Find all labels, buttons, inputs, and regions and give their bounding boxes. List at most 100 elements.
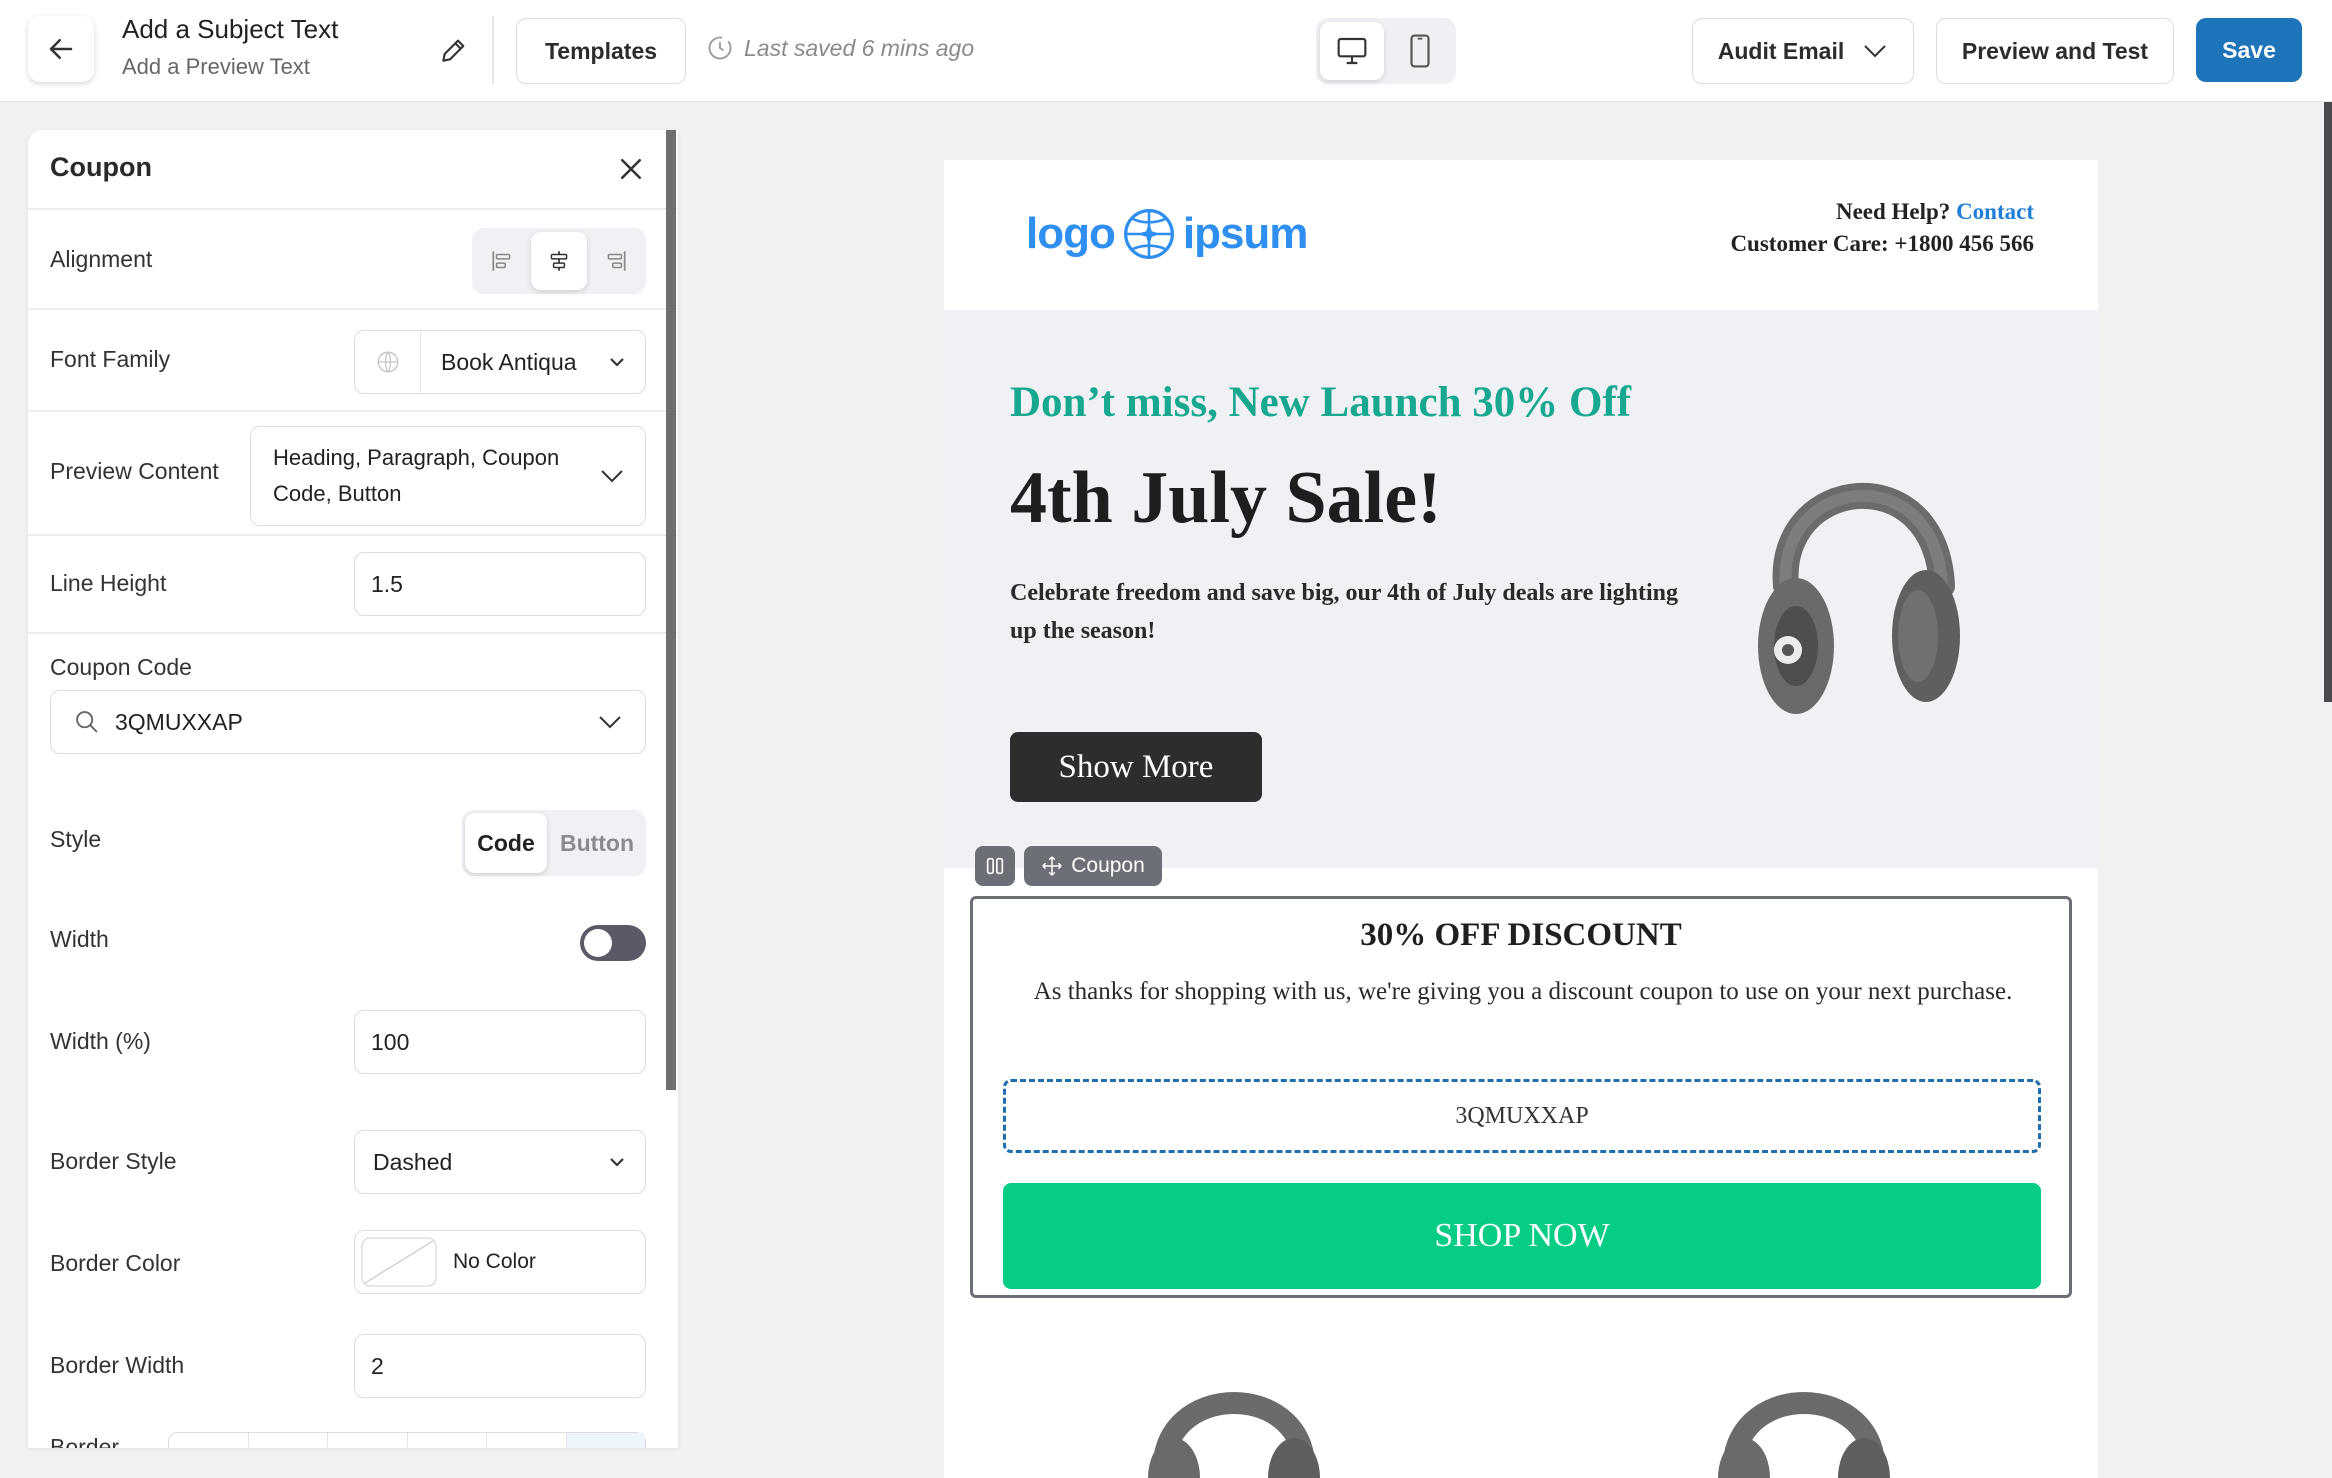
back-button[interactable] <box>28 16 94 82</box>
templates-button[interactable]: Templates <box>516 18 686 84</box>
preview-content-label: Preview Content <box>50 458 219 484</box>
logo-text-left: logo <box>1026 209 1116 258</box>
coupon-tag-label: Coupon <box>1071 854 1145 877</box>
border-width-label: Border Width <box>50 1352 185 1378</box>
preview-content-select[interactable]: Heading, Paragraph, Coupon Code, Button <box>250 426 646 526</box>
alignment-group <box>472 228 646 294</box>
width-label: Width <box>50 926 109 952</box>
coupon-block-tag[interactable]: Coupon <box>1024 846 1162 886</box>
drag-columns-handle[interactable] <box>975 846 1015 886</box>
border-radius-label: Border <box>50 1434 120 1448</box>
border-radius-controls[interactable] <box>168 1432 646 1448</box>
font-family-label: Font Family <box>50 346 171 372</box>
mobile-view-button[interactable] <box>1388 22 1452 80</box>
border-color-label: Border Color <box>50 1250 181 1276</box>
globe-icon <box>377 351 398 373</box>
alignment-row: Alignment <box>28 210 678 310</box>
border-color-value: No Color <box>453 1250 536 1273</box>
align-right-icon <box>607 251 626 271</box>
subject-text[interactable]: Add a Subject Text <box>122 14 338 45</box>
border-style-value: Dashed <box>373 1148 453 1175</box>
coupon-code-box[interactable]: 3QMUXXAP <box>1003 1079 2041 1153</box>
radius-cell[interactable] <box>487 1433 567 1448</box>
radius-cell[interactable] <box>566 1433 645 1448</box>
border-width-input[interactable]: 2 <box>354 1334 646 1398</box>
hero-body: Celebrate freedom and save big, our 4th … <box>1010 580 1678 644</box>
close-icon[interactable] <box>616 154 646 184</box>
width-toggle[interactable] <box>580 925 646 961</box>
product-image <box>1148 1392 1320 1478</box>
audit-email-label: Audit Email <box>1717 37 1845 64</box>
hero-kicker: Don’t miss, New Launch 30% Off <box>1010 379 1632 426</box>
font-family-row: Font Family Book Antiqua <box>28 310 678 412</box>
email-canvas: logo ipsum Need Help? Contact Customer C… <box>944 160 2098 1478</box>
coupon-settings-panel: Coupon Alignment Font Family Book Antiqu… <box>28 130 678 1448</box>
coupon-code-value: 3QMUXXAP <box>115 708 243 735</box>
audit-email-dropdown[interactable]: Audit Email <box>1692 18 1914 84</box>
align-center-icon <box>550 251 568 271</box>
canvas-scrollbar[interactable] <box>2324 102 2332 702</box>
chevron-down-icon <box>610 1158 624 1167</box>
globe-logo-icon <box>1123 209 1174 259</box>
last-saved-status: Last saved 6 mins ago <box>706 34 974 62</box>
mobile-icon <box>1410 34 1430 68</box>
help-block: Need Help? Contact Customer Care: +1800 … <box>1730 196 2034 260</box>
radius-cell[interactable] <box>249 1433 328 1448</box>
last-saved-text: Last saved 6 mins ago <box>744 34 975 61</box>
panel-scrollbar[interactable] <box>666 130 676 1090</box>
shop-now-button[interactable]: SHOP NOW <box>1003 1183 2041 1289</box>
move-icon <box>1042 856 1062 876</box>
font-preview-box <box>355 331 421 393</box>
panel-title: Coupon <box>50 152 152 182</box>
width-percent-input[interactable]: 100 <box>354 1010 646 1074</box>
chevron-down-icon <box>599 716 621 729</box>
align-center-button[interactable] <box>531 232 587 290</box>
divider <box>492 16 494 84</box>
style-segmented-control: Code Button <box>462 810 646 876</box>
align-right-button[interactable] <box>588 232 644 290</box>
logo: logo ipsum <box>1026 206 1309 262</box>
preview-content-row: Preview Content Heading, Paragraph, Coup… <box>28 412 678 536</box>
style-label: Style <box>50 826 102 852</box>
coupon-block[interactable]: 30% OFF DISCOUNT As thanks for shopping … <box>970 896 2072 1298</box>
search-icon <box>76 711 98 733</box>
border-color-picker[interactable]: No Color <box>354 1230 646 1294</box>
border-style-label: Border Style <box>50 1148 177 1174</box>
radius-cell[interactable] <box>169 1433 249 1448</box>
coupon-code-select[interactable]: 3QMUXXAP <box>50 690 646 754</box>
show-more-button[interactable]: Show More <box>1010 732 1262 802</box>
preview-content-value: Heading, Paragraph, Coupon Code, Button <box>273 445 560 506</box>
style-code-option[interactable]: Code <box>465 813 547 873</box>
line-height-row: Line Height 1.5 <box>28 536 678 634</box>
style-button-option[interactable]: Button <box>552 813 642 873</box>
product-image <box>1718 1392 1890 1478</box>
alignment-label: Alignment <box>50 246 153 272</box>
columns-icon <box>986 857 1004 875</box>
desktop-icon <box>1337 37 1367 65</box>
chevron-down-icon <box>601 470 623 483</box>
hero-section[interactable]: Don’t miss, New Launch 30% Off 4th July … <box>944 310 2098 868</box>
preview-text[interactable]: Add a Preview Text <box>122 54 310 80</box>
radius-cell[interactable] <box>328 1433 408 1448</box>
help-label: Need Help? <box>1835 199 1951 224</box>
line-height-input[interactable]: 1.5 <box>354 552 646 616</box>
logo-text-right: ipsum <box>1182 209 1309 258</box>
device-toggle <box>1316 18 1456 84</box>
border-style-select[interactable]: Dashed <box>354 1130 646 1194</box>
save-button[interactable]: Save <box>2196 18 2302 82</box>
radius-cell[interactable] <box>408 1433 487 1448</box>
contact-link[interactable]: Contact <box>1956 199 2034 224</box>
top-bar: Add a Subject Text Add a Preview Text Te… <box>0 0 2332 102</box>
hero-title: 4th July Sale! <box>1010 457 1442 539</box>
preview-and-test-button[interactable]: Preview and Test <box>1936 18 2174 84</box>
font-family-select[interactable]: Book Antiqua <box>354 330 646 394</box>
chevron-down-icon <box>610 358 624 367</box>
panel-header: Coupon <box>28 130 678 210</box>
no-color-swatch-icon <box>361 1237 437 1287</box>
desktop-view-button[interactable] <box>1320 22 1384 80</box>
pencil-icon[interactable] <box>438 34 470 66</box>
arrow-left-icon <box>49 39 73 59</box>
align-left-button[interactable] <box>474 232 530 290</box>
coupon-paragraph: As thanks for shopping with us, we're gi… <box>1033 978 2013 1005</box>
coupon-code-label: Coupon Code <box>50 654 192 680</box>
